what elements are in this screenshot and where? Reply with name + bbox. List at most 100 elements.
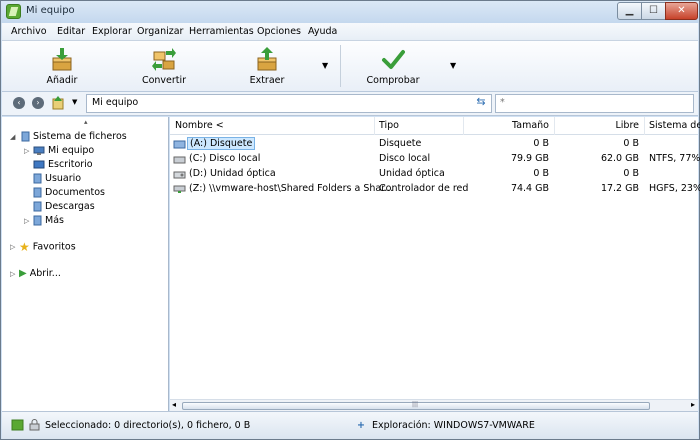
scroll-left-icon[interactable]: ◂ bbox=[172, 400, 176, 409]
window-title: Mi equipo bbox=[26, 5, 75, 16]
minimize-button[interactable]: ▁ bbox=[617, 2, 642, 20]
optical-drive-icon bbox=[173, 171, 186, 178]
row-type: Unidad óptica bbox=[379, 168, 445, 179]
row-name: (D:) Unidad óptica bbox=[189, 168, 276, 179]
extract-archive-icon bbox=[257, 47, 277, 71]
table-row[interactable]: (A:) Disquete Disquete 0 B 0 B bbox=[170, 136, 698, 151]
menu-explorar[interactable]: Explorar bbox=[92, 26, 132, 37]
convert-button[interactable]: Convertir bbox=[132, 43, 196, 89]
tree-item-label: Documentos bbox=[45, 187, 105, 198]
tree-item-label: Usuario bbox=[45, 173, 82, 184]
column-separator[interactable] bbox=[644, 117, 645, 135]
tree-item-descargas[interactable]: Descargas bbox=[33, 201, 95, 214]
column-free[interactable]: Libre bbox=[615, 120, 639, 131]
scroll-right-icon[interactable]: ▸ bbox=[691, 400, 695, 409]
row-type: Disco local bbox=[379, 153, 431, 164]
explore-plus-icon[interactable]: + bbox=[357, 420, 365, 431]
check-button[interactable]: Comprobar bbox=[362, 43, 424, 89]
convert-icon bbox=[152, 48, 176, 71]
tree-item-documentos[interactable]: Documentos bbox=[33, 187, 105, 200]
tree-item-usuario[interactable]: Usuario bbox=[33, 173, 81, 186]
collapse-tree-icon[interactable]: ▴ bbox=[84, 118, 88, 126]
column-separator[interactable] bbox=[374, 117, 375, 135]
star-icon: ★ bbox=[19, 240, 30, 254]
extract-button[interactable]: Extraer bbox=[238, 43, 296, 89]
column-separator[interactable] bbox=[463, 117, 464, 135]
folder-icon bbox=[33, 201, 42, 212]
hard-drive-icon bbox=[173, 156, 186, 163]
folder-icon bbox=[33, 173, 42, 184]
folder-icon bbox=[33, 187, 42, 198]
open-arrow-icon: ▶ bbox=[19, 268, 27, 279]
tree-item-label: Más bbox=[45, 215, 64, 226]
expand-arrow-icon[interactable]: ▷ bbox=[10, 270, 15, 278]
menu-herramientas[interactable]: Herramientas bbox=[189, 26, 254, 37]
address-input[interactable]: Mi equipo bbox=[86, 94, 492, 113]
table-row[interactable]: (Z:) \\vmware-host\Shared Folders a Shar… bbox=[170, 181, 700, 196]
title-bar[interactable]: Mi equipo ▁ ☐ ✕ bbox=[1, 1, 699, 23]
folder-icon bbox=[33, 215, 42, 226]
refresh-icon[interactable]: ⇆ bbox=[474, 95, 488, 109]
column-filesystem[interactable]: Sistema de bbox=[649, 120, 700, 131]
row-free: 17.2 GB bbox=[600, 183, 639, 194]
expand-arrow-icon[interactable]: ▷ bbox=[10, 243, 15, 251]
scroll-thumb[interactable]: ||| bbox=[182, 401, 650, 410]
add-button[interactable]: Añadir bbox=[32, 43, 92, 89]
menu-editar[interactable]: Editar bbox=[57, 26, 85, 37]
tree-root-label: Sistema de ficheros bbox=[33, 131, 127, 142]
archive-status-icon bbox=[11, 419, 24, 431]
computer-icon bbox=[33, 146, 45, 155]
expand-arrow-icon[interactable]: ◢ bbox=[10, 133, 15, 141]
column-name[interactable]: Nombre < bbox=[175, 120, 224, 131]
row-free: 0 B bbox=[623, 138, 639, 149]
tree-item-label: Escritorio bbox=[48, 159, 93, 170]
selection-status: Seleccionado: 0 directorio(s), 0 fichero… bbox=[45, 420, 251, 431]
table-row[interactable]: (C:) Disco local Disco local 79.9 GB 62.… bbox=[170, 151, 700, 166]
folder-tree: ▴ ◢ Sistema de ficheros ▷ Mi equipo Escr… bbox=[2, 117, 169, 411]
history-dropdown-icon[interactable]: ▼ bbox=[72, 98, 77, 106]
expand-arrow-icon[interactable]: ▷ bbox=[24, 217, 29, 225]
menu-organizar[interactable]: Organizar bbox=[137, 26, 183, 37]
filesystem-icon bbox=[21, 131, 30, 142]
toolbar: Añadir Convertir Extraer ▼ Comprobar ▼ bbox=[2, 41, 698, 92]
row-filesystem: NTFS, 77% bbox=[649, 153, 700, 164]
network-drive-icon bbox=[173, 185, 186, 193]
favorites-label: Favoritos bbox=[32, 241, 76, 253]
column-type[interactable]: Tipo bbox=[379, 120, 399, 131]
forward-icon[interactable]: › bbox=[32, 97, 44, 109]
app-logo-icon bbox=[6, 4, 21, 19]
horizontal-scrollbar[interactable]: ◂ ||| ▸ bbox=[170, 399, 698, 411]
row-name: (C:) Disco local bbox=[189, 153, 261, 164]
status-bar: Seleccionado: 0 directorio(s), 0 fichero… bbox=[2, 411, 698, 439]
tree-item-label: Mi equipo bbox=[48, 145, 95, 156]
search-input[interactable]: * bbox=[495, 94, 694, 113]
extract-dropdown-arrow-icon[interactable]: ▼ bbox=[322, 61, 328, 70]
convert-label: Convertir bbox=[141, 75, 187, 86]
tree-item-escritorio[interactable]: Escritorio bbox=[33, 159, 93, 172]
menu-archivo[interactable]: Archivo bbox=[11, 26, 47, 37]
exploration-status: Exploración: WINDOWS7-VMWARE bbox=[372, 420, 535, 431]
checkmark-icon bbox=[382, 50, 405, 69]
app-window: Mi equipo ▁ ☐ ✕ Archivo Editar Explorar … bbox=[0, 0, 700, 440]
row-name: (Z:) \\vmware-host\Shared Folders a Shar… bbox=[189, 183, 394, 194]
maximize-button[interactable]: ☐ bbox=[641, 2, 666, 20]
up-folder-icon[interactable] bbox=[52, 96, 64, 110]
back-icon[interactable]: ‹ bbox=[13, 97, 25, 109]
table-row[interactable]: (D:) Unidad óptica Unidad óptica 0 B 0 B bbox=[170, 166, 698, 181]
row-size: 74.4 GB bbox=[510, 183, 549, 194]
menu-opciones[interactable]: Opciones bbox=[257, 26, 301, 37]
check-label: Comprobar bbox=[366, 75, 420, 86]
row-name: (A:) Disquete bbox=[187, 137, 256, 150]
expand-arrow-icon[interactable]: ▷ bbox=[24, 147, 29, 155]
address-bar: ‹ › ▼ Mi equipo ⇆ * bbox=[2, 92, 698, 116]
column-separator[interactable] bbox=[554, 117, 555, 135]
menu-ayuda[interactable]: Ayuda bbox=[308, 26, 337, 37]
toolbar-separator bbox=[340, 45, 341, 87]
column-size[interactable]: Tamaño bbox=[512, 120, 549, 131]
add-label: Añadir bbox=[46, 75, 78, 86]
row-free: 62.0 GB bbox=[600, 153, 639, 164]
column-header: Nombre < Tipo Tamaño Libre Sistema de bbox=[170, 117, 700, 135]
row-size: 0 B bbox=[533, 138, 549, 149]
close-button[interactable]: ✕ bbox=[665, 2, 698, 20]
check-dropdown-arrow-icon[interactable]: ▼ bbox=[450, 61, 456, 70]
